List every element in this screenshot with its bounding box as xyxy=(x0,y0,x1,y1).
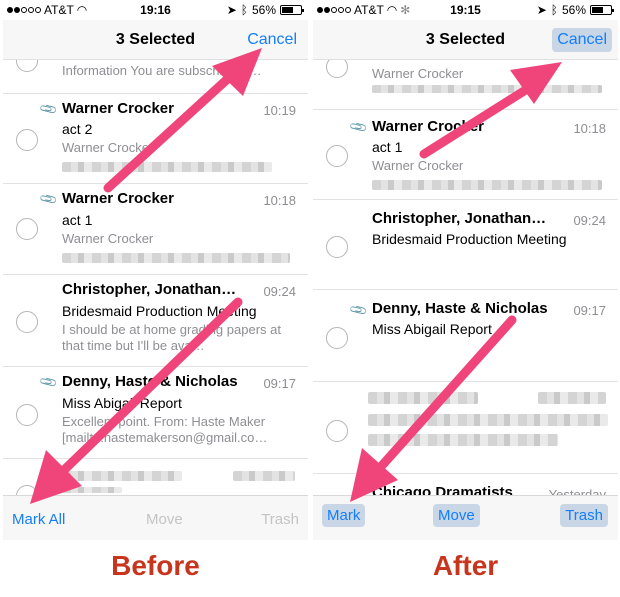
selection-circle[interactable] xyxy=(326,236,348,258)
blurred-preview xyxy=(368,434,558,446)
bluetooth-icon: ᛒ xyxy=(240,3,248,17)
selection-circle[interactable] xyxy=(326,420,348,442)
list-item[interactable]: 📎 Denny, Haste & Nicholas 09:17 Miss Abi… xyxy=(313,290,618,382)
blurred-preview xyxy=(368,414,608,426)
after-caption: After xyxy=(432,550,499,581)
message-subject: act 1 xyxy=(62,212,93,228)
selection-circle[interactable] xyxy=(326,327,348,349)
message-preview: Excellent point. From: Haste Maker [mail… xyxy=(62,414,268,445)
list-item[interactable]: view in Browser Unsubscribe Information … xyxy=(3,60,308,94)
blurred-preview xyxy=(233,471,295,481)
selection-circle[interactable] xyxy=(16,218,38,240)
list-item[interactable] xyxy=(3,459,308,495)
battery-icon xyxy=(280,5,304,15)
message-sender: Warner Crocker xyxy=(372,118,484,135)
list-item[interactable]: 📎 Denny, Haste & Nicholas 09:17 Miss Abi… xyxy=(3,367,308,459)
battery-percent: 56% xyxy=(251,3,276,17)
blurred-preview xyxy=(62,487,122,493)
message-time: 10:19 xyxy=(263,103,296,118)
message-time: 09:24 xyxy=(573,213,606,228)
list-item[interactable] xyxy=(313,382,618,474)
blurred-preview xyxy=(538,392,606,404)
attachment-icon: 📎 xyxy=(348,299,369,321)
selection-circle[interactable] xyxy=(16,129,38,151)
mark-all-button[interactable]: Mark All xyxy=(7,508,70,531)
message-preview: Warner Crocker xyxy=(62,140,154,155)
message-sender: Denny, Haste & Nicholas xyxy=(62,373,238,390)
trash-button[interactable]: Trash xyxy=(256,508,304,531)
edit-toolbar: Mark Move Trash xyxy=(313,495,618,540)
message-sender: Warner Crocker xyxy=(62,100,174,117)
message-preview: I should be at home grading papers at th… xyxy=(62,322,281,353)
list-item[interactable]: Christopher, Jonathan… 09:24 Bridesmaid … xyxy=(3,275,308,367)
after-phone-screen: AT&T ◠ ✻ 19:15 ➤ ᛒ 56% 3 Selected Cancel… xyxy=(313,0,618,540)
message-subject: Miss Abigail Report xyxy=(62,395,182,411)
blurred-preview xyxy=(62,253,290,263)
cancel-button[interactable]: Cancel xyxy=(552,28,612,52)
message-sender: Chicago Dramatists xyxy=(372,484,513,495)
nav-bar: 3 Selected Cancel xyxy=(313,20,618,60)
message-subject: Bridesmaid Production Meeting xyxy=(62,303,257,319)
nav-bar: 3 Selected Cancel xyxy=(3,20,308,60)
selection-circle[interactable] xyxy=(326,60,348,78)
selection-circle[interactable] xyxy=(16,60,38,72)
attachment-icon: 📎 xyxy=(38,188,59,210)
message-subject: Bridesmaid Production Meeting xyxy=(372,231,567,247)
move-button[interactable]: Move xyxy=(141,508,188,531)
message-time: 10:18 xyxy=(263,193,296,208)
battery-icon xyxy=(590,5,614,15)
message-time: Yesterday xyxy=(548,487,606,495)
location-icon: ➤ xyxy=(536,3,547,17)
message-subject: Miss Abigail Report xyxy=(372,321,492,337)
selection-circle[interactable] xyxy=(16,311,38,333)
message-preview: Warner Crocker xyxy=(372,158,464,173)
list-item[interactable]: 📎 Warner Crocker 10:19 act 2 Warner Croc… xyxy=(3,94,308,184)
move-button[interactable]: Move xyxy=(433,504,480,527)
mark-button[interactable]: Mark xyxy=(322,504,366,527)
comparison-screenshot: AT&T ◠ 19:16 ➤ ᛒ 56% 3 Selected Cancel v… xyxy=(0,0,620,597)
trash-button[interactable]: Trash xyxy=(560,504,608,527)
cancel-button[interactable]: Cancel xyxy=(242,28,302,52)
blurred-preview xyxy=(368,392,478,404)
blurred-preview xyxy=(62,162,272,172)
blurred-preview xyxy=(62,471,182,481)
message-list[interactable]: Warner Crocker 📎 Warner Crocker 10:18 ac… xyxy=(313,60,618,495)
list-item[interactable]: Warner Crocker xyxy=(313,60,618,110)
selection-circle[interactable] xyxy=(16,485,38,495)
bluetooth-icon: ᛒ xyxy=(550,3,558,17)
message-time: 09:17 xyxy=(573,303,606,318)
edit-toolbar: Mark All Move Trash xyxy=(3,495,308,540)
message-subject: act 1 xyxy=(372,139,403,155)
attachment-icon: 📎 xyxy=(38,371,59,393)
message-list[interactable]: view in Browser Unsubscribe Information … xyxy=(3,60,308,495)
status-bar: AT&T ◠ 19:16 ➤ ᛒ 56% xyxy=(3,0,308,20)
message-time: 09:24 xyxy=(263,284,296,299)
message-preview: Warner Crocker xyxy=(372,66,464,81)
status-bar: AT&T ◠ ✻ 19:15 ➤ ᛒ 56% xyxy=(313,0,618,20)
message-time: 09:17 xyxy=(263,376,296,391)
message-preview: Information You are subscribed t… xyxy=(62,63,262,78)
message-sender: Christopher, Jonathan… xyxy=(372,210,547,227)
selection-circle[interactable] xyxy=(16,404,38,426)
attachment-icon: 📎 xyxy=(348,116,369,138)
blurred-preview xyxy=(372,85,602,93)
before-caption: Before xyxy=(111,550,200,581)
message-preview: Warner Crocker xyxy=(62,231,154,246)
selection-circle[interactable] xyxy=(326,145,348,167)
list-item[interactable]: 📎 Warner Crocker 10:18 act 1 Warner Croc… xyxy=(313,110,618,200)
message-subject: act 2 xyxy=(62,121,93,137)
message-time: 10:18 xyxy=(573,121,606,136)
location-icon: ➤ xyxy=(226,3,237,17)
before-phone-screen: AT&T ◠ 19:16 ➤ ᛒ 56% 3 Selected Cancel v… xyxy=(3,0,308,540)
message-sender: Warner Crocker xyxy=(62,190,174,207)
message-sender: Denny, Haste & Nicholas xyxy=(372,300,548,317)
attachment-icon: 📎 xyxy=(38,98,59,120)
list-item[interactable]: Christopher, Jonathan… 09:24 Bridesmaid … xyxy=(313,200,618,290)
blurred-preview xyxy=(372,180,602,190)
message-sender: Christopher, Jonathan… xyxy=(62,281,237,298)
list-item[interactable]: Chicago Dramatists Yesterday xyxy=(313,474,618,495)
battery-percent: 56% xyxy=(561,3,586,17)
list-item[interactable]: 📎 Warner Crocker 10:18 act 1 Warner Croc… xyxy=(3,184,308,275)
